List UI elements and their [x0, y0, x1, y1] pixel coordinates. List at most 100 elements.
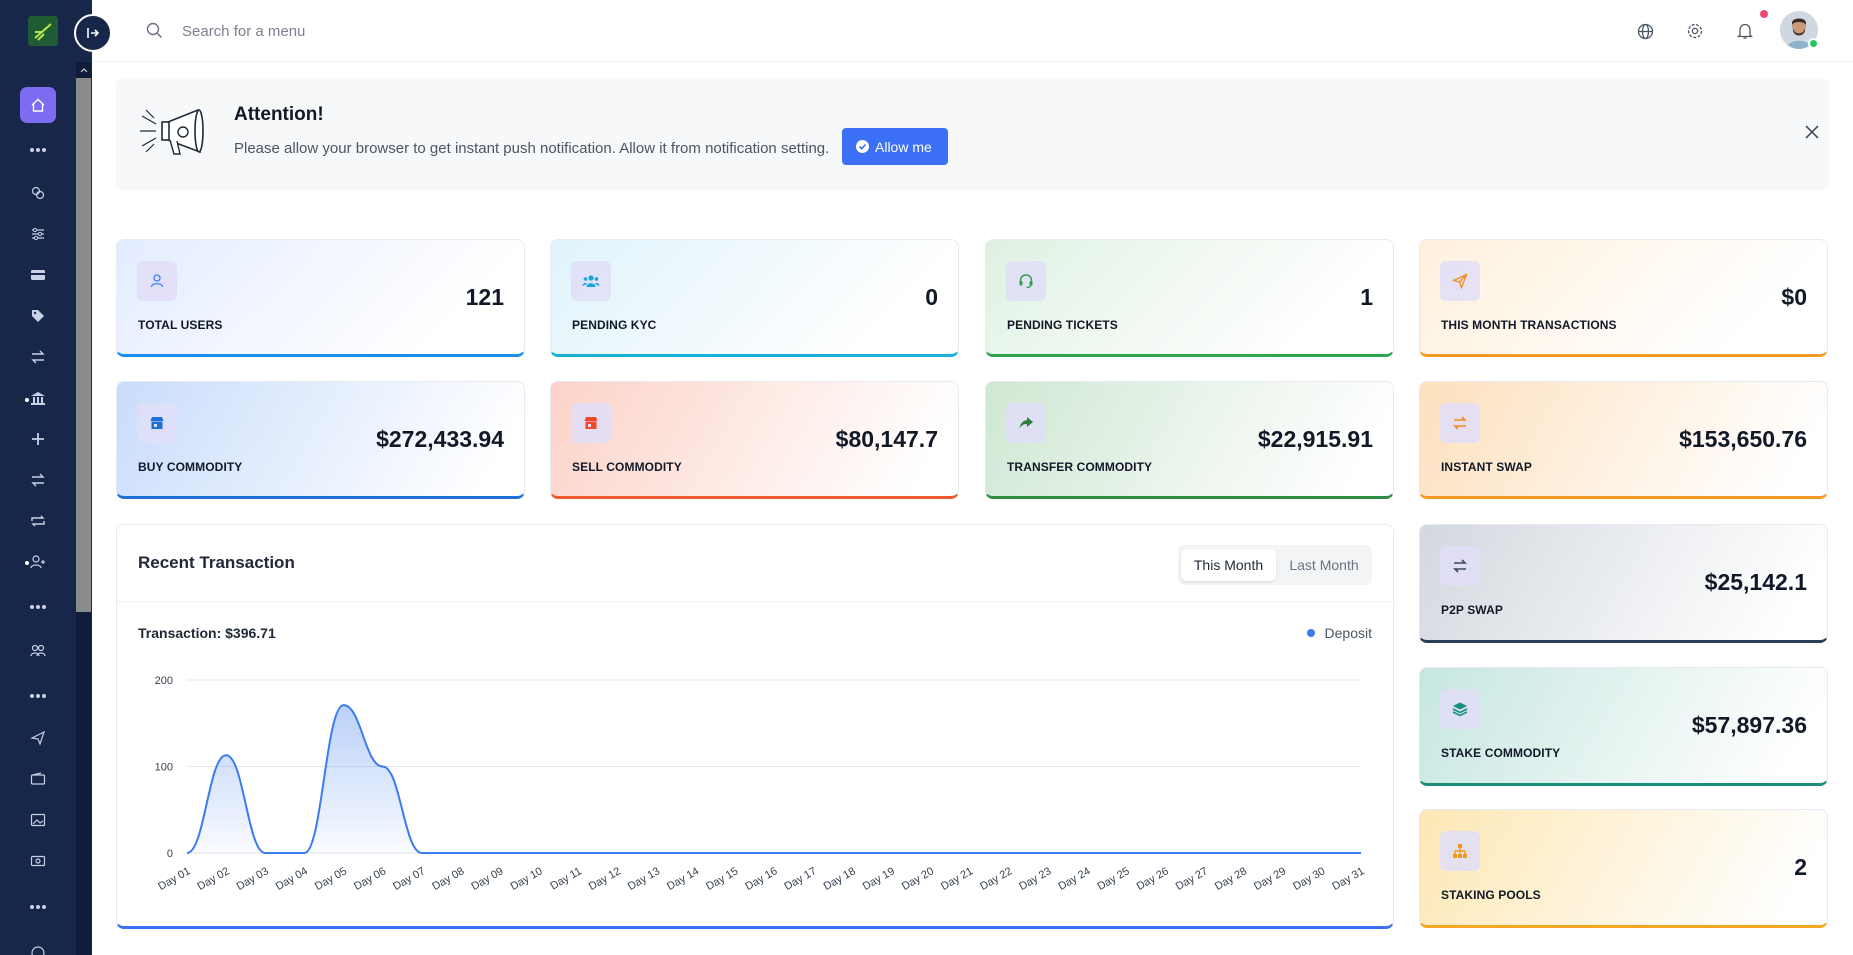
card-value: $272,433.94	[376, 426, 504, 452]
home-icon[interactable]	[20, 87, 56, 123]
x-tick-label: Day 10	[509, 865, 545, 893]
swap-icon[interactable]	[20, 462, 56, 498]
x-tick-label: Day 01	[156, 865, 192, 893]
card-label: BUY COMMODITY	[138, 460, 243, 474]
card-label: INSTANT SWAP	[1441, 460, 1532, 474]
data-point-day-10[interactable]	[536, 850, 542, 856]
search-icon[interactable]	[146, 22, 163, 44]
chart-legend[interactable]: Deposit	[1306, 625, 1372, 641]
tab-last-month[interactable]: Last Month	[1280, 549, 1368, 581]
data-point-day-14[interactable]	[693, 850, 699, 856]
user-add-icon[interactable]	[20, 544, 56, 580]
data-point-day-20[interactable]	[928, 850, 934, 856]
data-point-day-15[interactable]	[732, 850, 738, 856]
globe-icon[interactable]	[1635, 21, 1655, 41]
data-point-day-29[interactable]	[1280, 850, 1286, 856]
stat-card-instant-swap[interactable]: INSTANT SWAP $153,650.76	[1419, 381, 1828, 499]
stat-card-this-month-transactions[interactable]: THIS MONTH TRANSACTIONS $0	[1419, 239, 1828, 357]
data-point-day-16[interactable]	[771, 850, 777, 856]
data-point-day-24[interactable]	[1084, 850, 1090, 856]
bank-icon[interactable]	[20, 380, 56, 416]
wallet-icon[interactable]	[20, 761, 56, 797]
stat-card-pending-kyc[interactable]: PENDING KYC 0	[550, 239, 959, 357]
transaction-total: Transaction: $396.71	[138, 625, 276, 641]
money-icon[interactable]	[20, 843, 56, 879]
share-arrow-icon	[1006, 403, 1046, 443]
logo[interactable]	[28, 16, 58, 46]
y-tick-label: 100	[155, 762, 173, 774]
more-dots-icon[interactable]	[20, 132, 56, 168]
more-dots-icon[interactable]	[20, 889, 56, 925]
allow-notifications-button[interactable]: Allow me	[842, 128, 948, 165]
x-tick-label: Day 07	[391, 865, 427, 893]
data-point-day-19[interactable]	[888, 850, 894, 856]
bell-icon[interactable]	[1735, 21, 1755, 41]
stat-card-p2p-swap[interactable]: P2P SWAP $25,142.1	[1419, 524, 1828, 643]
paper-plane-icon[interactable]	[20, 720, 56, 756]
data-point-day-11[interactable]	[575, 850, 581, 856]
card-value: $57,897.36	[1691, 712, 1807, 738]
more-dots-icon[interactable]	[20, 678, 56, 714]
chevron-up-icon[interactable]	[76, 62, 91, 78]
users-icon[interactable]	[20, 633, 56, 669]
sidebar-collapse-button[interactable]	[74, 14, 112, 52]
data-point-day-02[interactable]	[223, 752, 229, 758]
x-tick-label: Day 18	[822, 865, 858, 893]
swap-icon[interactable]	[20, 339, 56, 375]
data-point-day-05[interactable]	[341, 702, 347, 708]
data-point-day-27[interactable]	[1201, 850, 1207, 856]
banner-title: Attention!	[234, 104, 324, 125]
stat-card-buy-commodity[interactable]: BUY COMMODITY $272,433.94	[116, 381, 525, 499]
tab-this-month[interactable]: This Month	[1181, 549, 1276, 581]
x-tick-label: Day 24	[1056, 865, 1092, 893]
stat-card-transfer-commodity[interactable]: TRANSFER COMMODITY $22,915.91	[985, 381, 1394, 499]
data-point-day-04[interactable]	[301, 850, 307, 856]
sidebar-scroll-thumb[interactable]	[76, 78, 91, 612]
support-icon[interactable]	[20, 935, 56, 955]
data-point-day-06[interactable]	[380, 764, 386, 770]
stat-card-staking-pools[interactable]: STAKING POOLS 2	[1419, 809, 1828, 928]
tag-icon[interactable]	[20, 298, 56, 334]
stat-card-sell-commodity[interactable]: SELL COMMODITY $80,147.7	[550, 381, 959, 499]
data-point-day-21[interactable]	[967, 850, 973, 856]
data-point-day-25[interactable]	[1123, 850, 1129, 856]
data-point-day-23[interactable]	[1045, 850, 1051, 856]
data-point-day-03[interactable]	[262, 850, 268, 856]
data-point-day-13[interactable]	[654, 850, 660, 856]
plus-icon[interactable]	[20, 421, 56, 457]
x-tick-label: Day 13	[626, 865, 662, 893]
headset-icon	[1006, 261, 1046, 301]
data-point-day-09[interactable]	[497, 850, 503, 856]
data-point-day-30[interactable]	[1319, 850, 1325, 856]
data-point-day-28[interactable]	[1241, 850, 1247, 856]
allow-button-label: Allow me	[875, 138, 932, 155]
data-point-day-08[interactable]	[458, 850, 464, 856]
repeat-icon[interactable]	[20, 503, 56, 539]
stat-card-pending-tickets[interactable]: PENDING TICKETS 1	[985, 239, 1394, 357]
data-point-day-22[interactable]	[1006, 850, 1012, 856]
gear-icon[interactable]	[1685, 21, 1705, 41]
close-icon[interactable]	[1802, 122, 1822, 142]
legend-label: Deposit	[1324, 625, 1372, 641]
data-point-day-31[interactable]	[1358, 850, 1364, 856]
image-icon[interactable]	[20, 802, 56, 838]
card-value: 2	[1794, 854, 1807, 880]
data-point-day-26[interactable]	[1162, 850, 1168, 856]
data-point-day-12[interactable]	[614, 850, 620, 856]
data-point-day-01[interactable]	[184, 850, 190, 856]
data-point-day-07[interactable]	[419, 850, 425, 856]
coins-icon[interactable]	[20, 175, 56, 211]
x-tick-label: Day 19	[861, 865, 897, 893]
stat-card-total-users[interactable]: TOTAL USERS 121	[116, 239, 525, 357]
data-point-day-17[interactable]	[810, 850, 816, 856]
credit-card-icon[interactable]	[20, 257, 56, 293]
x-tick-label: Day 30	[1291, 865, 1327, 893]
data-point-day-18[interactable]	[849, 850, 855, 856]
more-dots-icon[interactable]	[20, 589, 56, 625]
x-tick-label: Day 17	[782, 865, 818, 893]
stat-card-stake-commodity[interactable]: STAKE COMMODITY $57,897.36	[1419, 667, 1828, 786]
sliders-icon[interactable]	[20, 216, 56, 252]
card-value: 121	[465, 284, 504, 310]
card-label: P2P SWAP	[1441, 603, 1503, 617]
search-input[interactable]	[182, 18, 582, 44]
